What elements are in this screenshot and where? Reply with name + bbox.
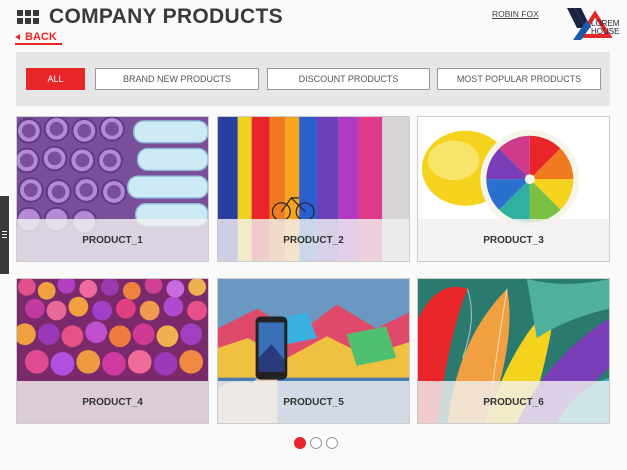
filter-discount-button[interactable]: DISCOUNT PRODUCTS [267,68,430,90]
filter-all-button[interactable]: ALL [26,68,85,90]
product-2-label: PRODUCT_2 [218,219,409,261]
back-underline [15,43,62,45]
side-drawer-handle[interactable] [0,196,9,274]
product-card-2[interactable]: PRODUCT_2 [217,116,410,262]
page-dot-1[interactable] [294,437,306,449]
user-name-link[interactable]: ROBIN FOX [492,9,539,19]
product-4-label: PRODUCT_4 [17,381,208,423]
pagination [294,437,338,449]
filter-bar: ALL BRAND NEW PRODUCTS DISCOUNT PRODUCTS… [16,52,610,106]
product-card-6[interactable]: PRODUCT_6 [417,278,610,424]
filter-brand-new-button[interactable]: BRAND NEW PRODUCTS [95,68,259,90]
product-3-label: PRODUCT_3 [418,219,609,261]
product-1-label: PRODUCT_1 [17,219,208,261]
product-card-5[interactable]: PRODUCT_5 [217,278,410,424]
page-dot-3[interactable] [326,437,338,449]
page-dot-2[interactable] [310,437,322,449]
header: COMPANY PRODUCTS BACK ROBIN FOX LOREM HO… [0,0,627,50]
page-title: COMPANY PRODUCTS [49,5,283,28]
product-5-label: PRODUCT_5 [218,381,409,423]
back-arrow-icon [15,34,20,40]
product-card-4[interactable]: PRODUCT_4 [16,278,209,424]
product-card-3[interactable]: PRODUCT_3 [417,116,610,262]
filter-most-popular-button[interactable]: MOST POPULAR PRODUCTS [437,68,601,90]
product-6-label: PRODUCT_6 [418,381,609,423]
back-label: BACK [25,31,57,43]
logo-text: LOREM HOUSE [591,19,620,36]
grid-menu-icon[interactable] [17,10,39,24]
product-card-1[interactable]: PRODUCT_1 [16,116,209,262]
